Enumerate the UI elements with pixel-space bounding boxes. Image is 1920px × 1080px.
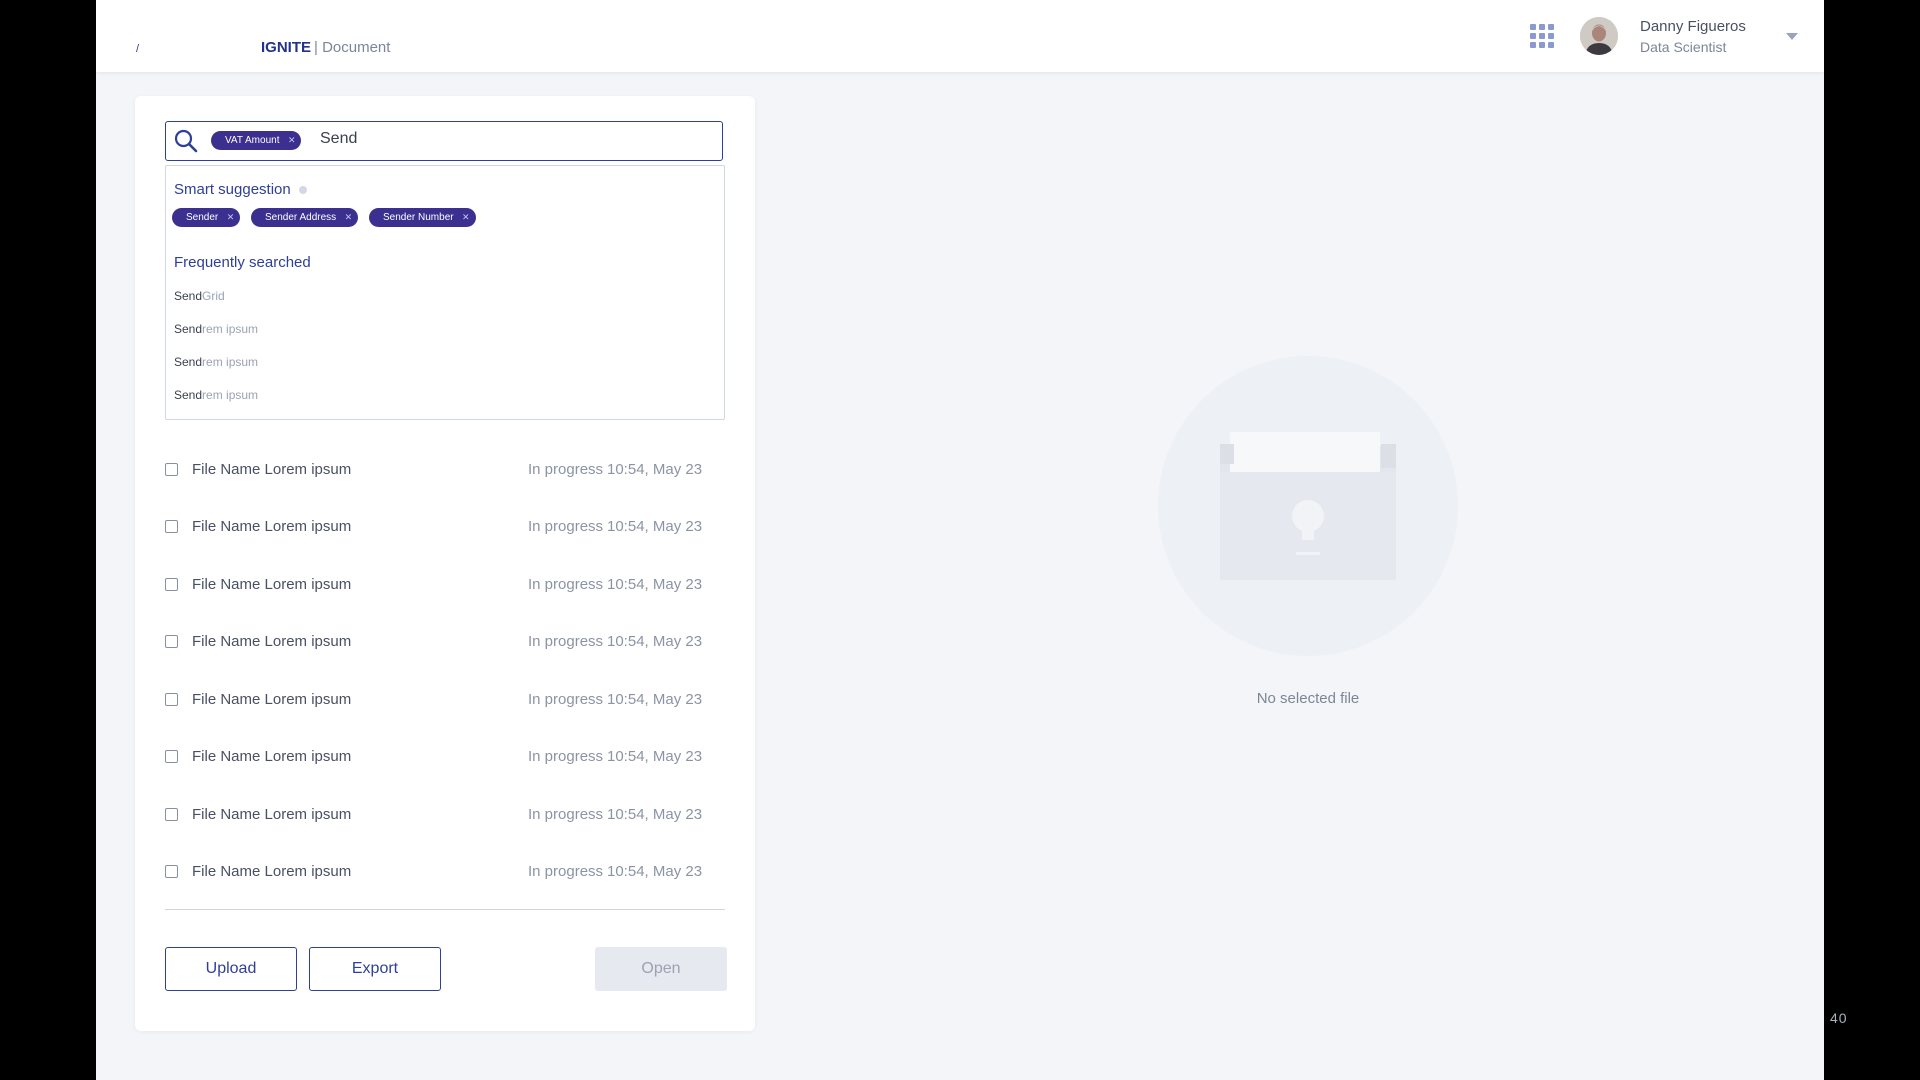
info-icon[interactable]: [298, 186, 307, 195]
file-date: 10:54, May 23: [607, 863, 703, 880]
suggestion-dropdown: Smart suggestion Sender ✕ Sender Address…: [165, 165, 725, 420]
upload-button[interactable]: Upload: [165, 947, 297, 991]
close-icon[interactable]: ✕: [288, 131, 296, 150]
file-name: File Name Lorem ipsum: [192, 518, 352, 535]
file-date: 10:54, May 23: [607, 576, 703, 593]
file-panel: VAT Amount ✕ Smart suggestion Sender ✕ S…: [135, 96, 755, 1031]
file-row[interactable]: File Name Lorem ipsum In progress 10:54,…: [165, 459, 725, 483]
file-name: File Name Lorem ipsum: [192, 863, 352, 880]
file-checkbox[interactable]: [165, 578, 178, 591]
file-checkbox[interactable]: [165, 693, 178, 706]
user-role: Data Scientist: [1640, 39, 1727, 55]
file-date: 10:54, May 23: [607, 461, 703, 478]
open-button[interactable]: Open: [595, 947, 727, 991]
file-date: 10:54, May 23: [607, 691, 703, 708]
user-name: Danny Figueros: [1640, 18, 1746, 35]
section-name: | Document: [314, 39, 391, 56]
empty-state-illustration: [1158, 356, 1458, 656]
export-button[interactable]: Export: [309, 947, 441, 991]
close-icon[interactable]: ✕: [345, 208, 353, 227]
file-row[interactable]: File Name Lorem ipsum In progress 10:54,…: [165, 746, 725, 770]
page-number: 40: [1830, 1010, 1848, 1026]
apps-grid-icon[interactable]: [1530, 24, 1554, 48]
file-row[interactable]: File Name Lorem ipsum In progress 10:54,…: [165, 631, 725, 655]
smart-suggestion-title: Smart suggestion: [174, 181, 307, 198]
empty-state-text: No selected file: [1256, 690, 1360, 707]
frequent-search-item[interactable]: Sendrem ipsum: [174, 355, 258, 369]
frequently-searched-title: Frequently searched: [174, 254, 311, 271]
search-icon: [174, 129, 198, 153]
file-status: In progress: [528, 576, 604, 593]
divider: [165, 909, 725, 910]
file-checkbox[interactable]: [165, 463, 178, 476]
file-checkbox[interactable]: [165, 865, 178, 878]
app-window: / IGNITE | Document Danny Figueros Data …: [96, 0, 1824, 1080]
suggestion-chip-sender-address[interactable]: Sender Address ✕: [251, 208, 359, 227]
frequent-search-item[interactable]: SendGrid: [174, 289, 225, 303]
file-row[interactable]: File Name Lorem ipsum In progress 10:54,…: [165, 574, 725, 598]
suggestion-chip-sender[interactable]: Sender ✕: [172, 208, 241, 227]
chevron-down-icon[interactable]: [1786, 33, 1798, 40]
file-row[interactable]: File Name Lorem ipsum In progress 10:54,…: [165, 861, 725, 885]
file-name: File Name Lorem ipsum: [192, 748, 352, 765]
file-status: In progress: [528, 461, 604, 478]
top-bar: / IGNITE | Document Danny Figueros Data …: [96, 0, 1824, 72]
file-date: 10:54, May 23: [607, 748, 703, 765]
file-checkbox[interactable]: [165, 520, 178, 533]
file-name: File Name Lorem ipsum: [192, 461, 352, 478]
file-checkbox[interactable]: [165, 808, 178, 821]
frequent-search-item[interactable]: Sendrem ipsum: [174, 322, 258, 336]
search-box[interactable]: VAT Amount ✕: [165, 121, 723, 161]
chip-label: VAT Amount: [225, 135, 280, 146]
file-date: 10:54, May 23: [607, 518, 703, 535]
logo-mark: /: [136, 43, 140, 55]
avatar[interactable]: [1580, 17, 1618, 55]
file-row[interactable]: File Name Lorem ipsum In progress 10:54,…: [165, 516, 725, 540]
file-name: File Name Lorem ipsum: [192, 576, 352, 593]
file-checkbox[interactable]: [165, 750, 178, 763]
file-name: File Name Lorem ipsum: [192, 806, 352, 823]
file-row[interactable]: File Name Lorem ipsum In progress 10:54,…: [165, 689, 725, 713]
close-icon[interactable]: ✕: [462, 208, 470, 227]
close-icon[interactable]: ✕: [227, 208, 235, 227]
file-status: In progress: [528, 806, 604, 823]
file-status: In progress: [528, 633, 604, 650]
file-date: 10:54, May 23: [607, 806, 703, 823]
suggestion-chip-sender-number[interactable]: Sender Number ✕: [369, 208, 476, 227]
file-row[interactable]: File Name Lorem ipsum In progress 10:54,…: [165, 804, 725, 828]
search-input[interactable]: [320, 130, 700, 148]
file-date: 10:54, May 23: [607, 633, 703, 650]
file-name: File Name Lorem ipsum: [192, 691, 352, 708]
file-status: In progress: [528, 518, 604, 535]
frequent-search-item[interactable]: Sendrem ipsum: [174, 388, 258, 402]
file-checkbox[interactable]: [165, 635, 178, 648]
filter-chip-vat-amount[interactable]: VAT Amount ✕: [211, 131, 302, 150]
folder-icon: [1220, 432, 1396, 580]
file-name: File Name Lorem ipsum: [192, 633, 352, 650]
file-status: In progress: [528, 863, 604, 880]
file-status: In progress: [528, 748, 604, 765]
file-status: In progress: [528, 691, 604, 708]
product-name: IGNITE: [261, 39, 312, 56]
